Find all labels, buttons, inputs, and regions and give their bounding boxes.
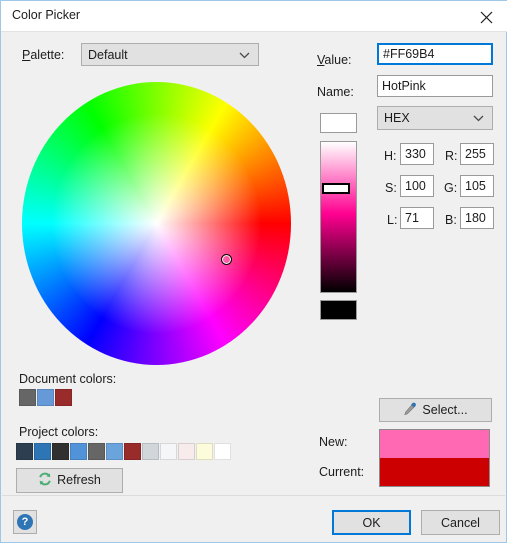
title-bar: Color Picker (1, 1, 507, 32)
document-color-swatch[interactable] (19, 389, 36, 406)
name-input[interactable] (377, 75, 493, 97)
close-button[interactable] (464, 1, 507, 30)
palette-select[interactable]: Default (81, 43, 259, 66)
chevron-down-icon (239, 48, 250, 62)
value-label: Value: (317, 53, 352, 67)
project-color-swatch[interactable] (16, 443, 33, 460)
refresh-icon (38, 472, 52, 489)
lightness-slider-handle[interactable] (322, 183, 350, 194)
help-button[interactable]: ? (13, 510, 37, 534)
project-colors-swatches (16, 443, 232, 460)
lightness-gradient (321, 142, 356, 292)
red-label: R: (445, 149, 458, 163)
new-color-swatch[interactable] (380, 430, 489, 458)
project-color-swatch[interactable] (160, 443, 177, 460)
project-color-swatch[interactable] (52, 443, 69, 460)
current-color-swatch[interactable] (380, 458, 489, 486)
lightness-bottom-swatch[interactable] (320, 300, 357, 320)
eyedropper-icon (403, 402, 417, 419)
palette-label: Palette: (22, 48, 64, 62)
document-colors-swatches (19, 389, 73, 406)
value-label-rest: alue: (324, 53, 351, 67)
project-color-swatch[interactable] (178, 443, 195, 460)
refresh-button-label: Refresh (57, 473, 101, 487)
refresh-button[interactable]: Refresh (16, 468, 123, 493)
current-color-label: Current: (319, 465, 364, 479)
red-input[interactable] (460, 143, 494, 165)
green-label: G: (444, 181, 457, 195)
project-color-swatch[interactable] (106, 443, 123, 460)
project-colors-label: Project colors: (19, 425, 98, 439)
saturation-label: S: (385, 181, 397, 195)
document-colors-label: Document colors: (19, 372, 116, 386)
blue-input[interactable] (460, 207, 494, 229)
hue-label: H: (384, 149, 397, 163)
color-picker-dialog: Color Picker Palette: Default Val (0, 0, 507, 543)
lightness-top-swatch[interactable] (320, 113, 357, 133)
select-color-button[interactable]: Select... (379, 398, 492, 422)
palette-selected-value: Default (88, 48, 128, 62)
green-input[interactable] (460, 175, 494, 197)
format-selected-value: HEX (384, 111, 410, 125)
color-preview[interactable] (379, 429, 490, 487)
cancel-button-label: Cancel (441, 516, 480, 530)
hue-input[interactable] (400, 143, 434, 165)
document-color-swatch[interactable] (37, 389, 54, 406)
project-color-swatch[interactable] (70, 443, 87, 460)
project-color-swatch[interactable] (88, 443, 105, 460)
project-color-swatch[interactable] (34, 443, 51, 460)
project-color-swatch[interactable] (214, 443, 231, 460)
color-wheel[interactable] (22, 82, 291, 365)
blue-label: B: (445, 213, 457, 227)
window-title: Color Picker (12, 8, 80, 22)
project-color-swatch[interactable] (124, 443, 141, 460)
color-wheel-area[interactable] (22, 82, 291, 365)
select-button-label: Select... (422, 402, 467, 416)
palette-label-rest: alette: (30, 48, 64, 62)
saturation-input[interactable] (400, 175, 434, 197)
project-color-swatch[interactable] (196, 443, 213, 460)
new-color-label: New: (319, 435, 347, 449)
name-label: Name: (317, 85, 354, 99)
lightness-slider[interactable] (320, 141, 357, 293)
format-select[interactable]: HEX (377, 106, 493, 130)
cancel-button[interactable]: Cancel (421, 510, 500, 535)
color-wheel-cursor[interactable] (221, 254, 232, 265)
document-color-swatch[interactable] (55, 389, 72, 406)
lightness-input[interactable] (400, 207, 434, 229)
value-input[interactable] (377, 43, 493, 65)
help-icon: ? (17, 514, 33, 530)
lightness-label: L: (387, 213, 397, 227)
ok-button[interactable]: OK (332, 510, 411, 535)
project-color-swatch[interactable] (142, 443, 159, 460)
chevron-down-icon (473, 111, 484, 125)
ok-button-label: OK (362, 516, 380, 530)
